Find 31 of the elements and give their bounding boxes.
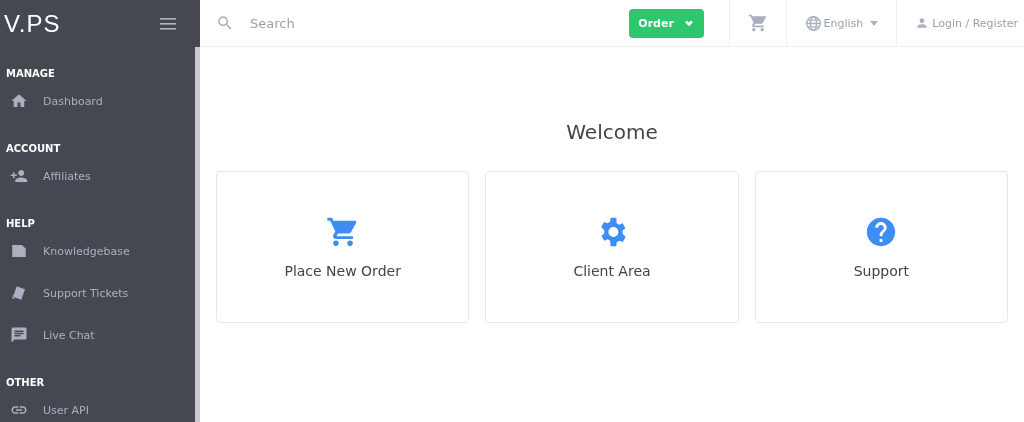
- caret-icon: [870, 20, 879, 26]
- cart-icon[interactable]: [747, 13, 768, 33]
- shortcut-card[interactable]: Support: [754, 171, 1008, 323]
- sidebar-item[interactable]: Support Tickets: [0, 272, 195, 314]
- globe-icon: [804, 14, 822, 32]
- sidebar-item[interactable]: User API: [0, 389, 195, 422]
- language-selector[interactable]: English: [785, 0, 897, 46]
- sidebar-item[interactable]: Live Chat: [0, 314, 195, 356]
- menu-icon[interactable]: [160, 17, 176, 30]
- tickets-icon: [10, 284, 28, 302]
- section-heading: MANAGE: [5, 67, 56, 80]
- shortcut-card[interactable]: Place New Order: [216, 171, 470, 323]
- section-heading: OTHER: [5, 376, 46, 389]
- chevron-icon: [683, 18, 694, 28]
- shortcut-card[interactable]: Client Area: [485, 171, 739, 323]
- sidebar-item[interactable]: Affiliates: [0, 155, 195, 197]
- chat-icon: [10, 326, 28, 344]
- search-icon: [216, 14, 234, 32]
- sidebar-item[interactable]: Knowledgebase: [0, 230, 195, 272]
- people-icon: [10, 167, 28, 185]
- page-title: Welcome: [566, 120, 658, 144]
- logo[interactable]: V.PS: [4, 9, 61, 38]
- section-heading: ACCOUNT: [5, 142, 62, 155]
- book-icon: [10, 242, 28, 260]
- section-heading: HELP: [5, 217, 36, 230]
- sidebar-item[interactable]: Dashboard: [0, 80, 195, 122]
- order-button[interactable]: Order: [628, 8, 704, 38]
- user-icon: [915, 16, 930, 30]
- home-icon: [10, 92, 28, 110]
- scrollbar[interactable]: [195, 47, 200, 422]
- login-link[interactable]: Login / Register: [896, 0, 1024, 46]
